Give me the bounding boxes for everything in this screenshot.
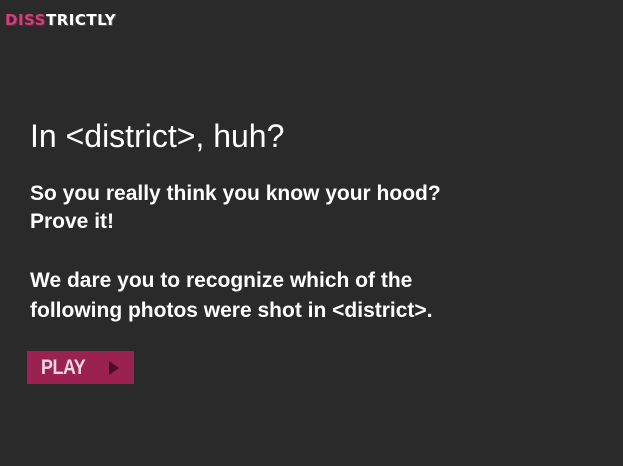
logo-part-diss: DISS [5, 11, 46, 29]
dare-line-2: following photos were shot in <district>… [30, 299, 433, 322]
lead-line-2: Prove it! [30, 210, 115, 233]
logo-part-trictly: TRICTLY [45, 11, 117, 29]
app-logo[interactable]: DISS TRICTLY [5, 10, 116, 30]
dare-text: We dare you to recognize which of the fo… [30, 266, 590, 326]
page-title: In <district>, huh? [30, 118, 285, 154]
intro-content: In <district>, huh? So you really think … [30, 118, 590, 326]
play-arrow-icon [109, 361, 119, 375]
lead-line-1: So you really think you know your hood? [30, 182, 441, 205]
dare-line-1: We dare you to recognize which of the [30, 269, 413, 292]
play-button-label: PLAY [41, 355, 86, 379]
lead-text: So you really think you know your hood? … [30, 180, 590, 236]
play-button[interactable]: PLAY [27, 351, 134, 384]
